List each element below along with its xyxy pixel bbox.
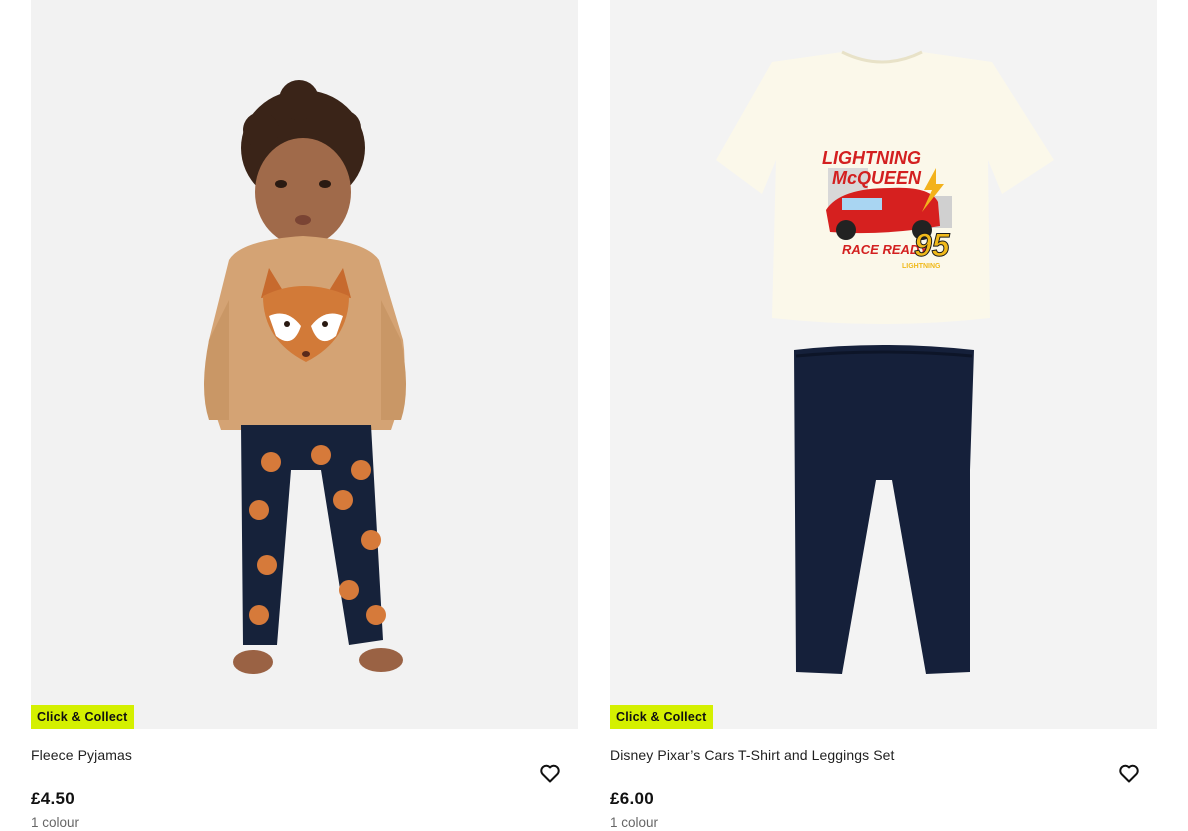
- product-card-fleece-pyjamas[interactable]: Click & Collect Fleece Pyjamas £4.50 1 c…: [31, 0, 578, 831]
- product-image-illustration: [204, 80, 406, 674]
- click-and-collect-badge: Click & Collect: [610, 705, 713, 729]
- product-image[interactable]: LIGHTNING McQUEEN RACE READY 95 LIGHTNIN…: [610, 0, 1157, 729]
- product-title[interactable]: Disney Pixar’s Cars T-Shirt and Leggings…: [610, 747, 895, 763]
- favourite-heart-icon[interactable]: [538, 761, 562, 785]
- product-title[interactable]: Fleece Pyjamas: [31, 747, 132, 763]
- favourite-heart-icon[interactable]: [1117, 761, 1141, 785]
- svg-text:95: 95: [914, 227, 951, 263]
- product-price: £6.00: [610, 789, 655, 808]
- product-grid: Click & Collect Fleece Pyjamas £4.50 1 c…: [0, 0, 1188, 831]
- colour-count: 1 colour: [31, 815, 80, 830]
- colour-count: 1 colour: [610, 815, 659, 830]
- product-image[interactable]: Click & Collect: [31, 0, 578, 729]
- click-and-collect-badge: Click & Collect: [31, 705, 134, 729]
- svg-text:LIGHTNING: LIGHTNING: [822, 148, 921, 168]
- product-image-illustration: LIGHTNING McQUEEN RACE READY 95 LIGHTNIN…: [716, 50, 1054, 674]
- svg-text:McQUEEN: McQUEEN: [832, 168, 922, 188]
- product-price: £4.50: [31, 789, 76, 808]
- product-card-cars-set[interactable]: LIGHTNING McQUEEN RACE READY 95 LIGHTNIN…: [610, 0, 1157, 831]
- svg-text:LIGHTNING: LIGHTNING: [902, 263, 941, 270]
